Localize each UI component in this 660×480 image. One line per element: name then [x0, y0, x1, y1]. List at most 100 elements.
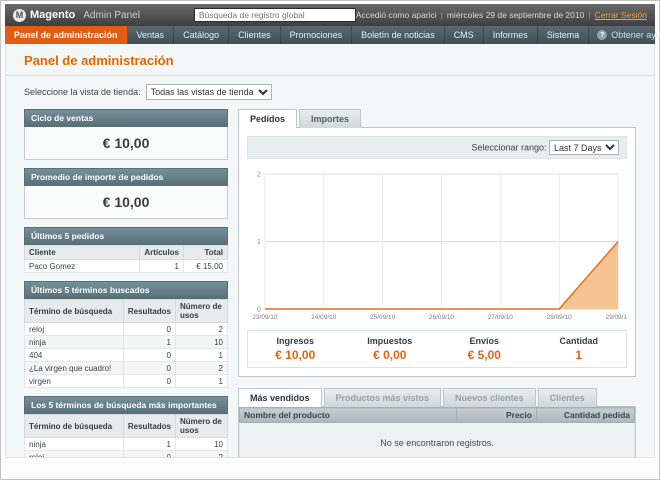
table-cell: 404 [24, 348, 124, 362]
last-search-terms-title: Últimos 5 términos buscados [24, 281, 228, 299]
help-icon: ? [597, 30, 608, 40]
no-records-message: No se encontraron registros. [239, 422, 635, 457]
stat-label: Envíos [469, 336, 499, 346]
tab-nuevos-clientes[interactable]: Nuevos clientes [443, 388, 536, 407]
help-link[interactable]: ? Obtener ayuda para esta página [589, 26, 660, 44]
table-cell: 1 [122, 335, 177, 349]
help-label: Obtener ayuda para esta página [611, 30, 660, 40]
last-search-terms-box: Últimos 5 términos buscados Término de b… [24, 281, 228, 388]
lifetime-sales-box: Ciclo de ventas € 10,00 [24, 109, 228, 160]
nav-item-sistema[interactable]: Sistema [538, 26, 590, 44]
last-orders-table: Cliente Artículos Total Paco Gomez 1 € 15,… [23, 245, 228, 273]
stat-value: € 0,00 [373, 348, 407, 362]
nav-item-promociones[interactable]: Promociones [281, 26, 353, 44]
table-cell: ninja [24, 335, 124, 349]
stat-label: Cantidad [559, 336, 598, 346]
nav-item-catalogo[interactable]: Catálogo [174, 26, 230, 44]
svg-text:27/09/10: 27/09/10 [488, 314, 514, 321]
table-cell: 0 [122, 322, 177, 336]
table-row: ¿La virgen que cuadro! 0 2 [24, 361, 228, 375]
svg-text:0: 0 [257, 306, 261, 313]
nav-item-clientes[interactable]: Clientes [229, 26, 281, 44]
table-cell: 0 [122, 361, 177, 375]
table-cell: reloj [24, 450, 124, 457]
store-view-label: Seleccione la vista de tienda: [24, 87, 141, 97]
table-header-row: Nombre del producto Precio Cantidad pedi… [239, 407, 635, 423]
table-cell: 10 [175, 437, 228, 451]
bestsellers-table: Nombre del producto Precio Cantidad pedi… [239, 407, 635, 457]
table-header-row: Término de búsqueda Resultados Número de… [24, 299, 228, 323]
table-cell: virgen [24, 374, 124, 388]
column-header: Resultados [122, 299, 177, 323]
table-cell: 0 [122, 450, 177, 457]
lifetime-sales-title: Ciclo de ventas [24, 109, 228, 127]
range-select[interactable]: Last 7 Days [549, 140, 619, 155]
tab-pedidos[interactable]: Pedidos [238, 109, 298, 128]
orders-area-chart: 0 1 2 23/09/10 24/09/10 25/09/10 26/09/10 27/09… [247, 166, 627, 324]
table-row: reloj 0 2 [24, 450, 228, 457]
nav-item-ventas[interactable]: Ventas [128, 26, 175, 44]
stat-cantidad: Cantidad 1 [532, 336, 627, 362]
column-header: Artículos [139, 245, 184, 260]
column-header: Número de usos [175, 414, 228, 438]
table-cell: Paco Gomez [23, 259, 141, 273]
table-cell: ninja [24, 437, 124, 451]
column-header: Término de búsqueda [24, 299, 124, 323]
table-row: ninja 1 10 [24, 437, 228, 451]
table-row: reloj 0 2 [24, 322, 228, 336]
table-cell: 2 [175, 361, 228, 375]
nav-item-informes[interactable]: Informes [484, 26, 538, 44]
table-row: Paco Gomez 1 € 15,00 [23, 259, 228, 273]
admin-panel-label: Admin Panel [83, 9, 140, 21]
nav-item-cms[interactable]: CMS [445, 26, 484, 44]
column-header: Resultados [122, 414, 177, 438]
stat-ingresos: Ingresos € 10,00 [248, 336, 343, 362]
bestsellers-panel: Nombre del producto Precio Cantidad pedi… [238, 406, 636, 457]
table-cell: 2 [175, 450, 228, 457]
account-info: Accedió como aparici | miércoles 29 de sep… [356, 10, 647, 20]
column-header: Término de búsqueda [24, 414, 124, 438]
average-order-title: Promedio de importe de pedidos [24, 168, 228, 186]
svg-text:1: 1 [257, 239, 261, 246]
table-row: ninja 1 10 [24, 335, 228, 349]
last-orders-title: Últimos 5 pedidos [24, 227, 228, 245]
store-view-select[interactable]: Todas las vistas de tienda [145, 84, 272, 100]
svg-text:24/09/10: 24/09/10 [311, 314, 337, 321]
magento-logo-icon: M [13, 8, 26, 22]
tab-importes[interactable]: Importes [299, 109, 362, 128]
products-tabs: Más vendidos Productos más vistos Nuevos… [238, 388, 636, 407]
table-cell: 1 [122, 437, 177, 451]
chart-tabs: Pedidos Importes [238, 109, 636, 128]
tab-clientes[interactable]: Clientes [537, 388, 597, 407]
stat-impuestos: Impuestos € 0,00 [343, 336, 438, 362]
table-cell: 0 [122, 374, 177, 388]
last-search-terms-table: Término de búsqueda Resultados Número de… [24, 299, 228, 388]
nav-item-boletin[interactable]: Boletín de noticias [352, 26, 445, 44]
table-row: virgen 0 1 [24, 374, 228, 388]
stat-label: Ingresos [276, 336, 314, 346]
lifetime-sales-value: € 10,00 [24, 127, 228, 160]
global-search-input[interactable] [193, 8, 356, 22]
column-header: Total [183, 245, 228, 260]
empty-row: No se encontraron registros. [239, 422, 635, 457]
table-header-row: Término de búsqueda Resultados Número de… [24, 414, 228, 438]
page-title: Panel de administración [24, 53, 174, 68]
column-header: Cliente [23, 245, 141, 260]
table-cell: 2 [175, 322, 228, 336]
column-header: Cantidad pedida [536, 407, 635, 423]
separator: | [588, 10, 591, 20]
svg-text:26/09/10: 26/09/10 [429, 314, 455, 321]
tab-productos-mas-vistos[interactable]: Productos más vistos [323, 388, 442, 407]
table-cell: 1 [139, 259, 184, 273]
range-label: Seleccionar rango: [471, 142, 547, 153]
store-view-switcher: Seleccione la vista de tienda: Todas las… [6, 76, 654, 102]
svg-text:2: 2 [257, 171, 261, 178]
logout-link[interactable]: Cerrar Sesión [595, 10, 647, 20]
average-order-box: Promedio de importe de pedidos € 10,00 [24, 168, 228, 219]
nav-item-dashboard[interactable]: Panel de administración [5, 26, 128, 44]
top-search-terms-table: Término de búsqueda Resultados Número de… [24, 414, 228, 457]
stat-envios: Envíos € 5,00 [437, 336, 532, 362]
tab-mas-vendidos[interactable]: Más vendidos [238, 388, 322, 407]
svg-text:25/09/10: 25/09/10 [370, 314, 396, 321]
top-header-bar: M Magento Admin Panel Accedió como apari… [5, 4, 655, 26]
